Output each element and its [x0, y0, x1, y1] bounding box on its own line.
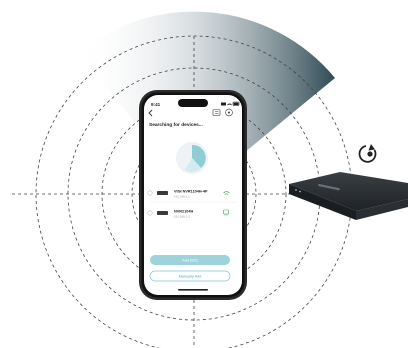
- manually-add-label: Manually Add: [179, 275, 202, 279]
- device-ip: 192.168.1.2: [174, 215, 190, 219]
- nvr-led: [299, 190, 301, 193]
- home-indicator: [178, 289, 208, 291]
- device-name: NVR2104H: [174, 210, 193, 214]
- nvr-led: [295, 189, 297, 191]
- device-name: VIGI NVR1104H-4P: [174, 190, 208, 194]
- nvr-thumb-icon: [157, 211, 168, 215]
- nvr-device: [289, 172, 408, 220]
- phone: 9:41 Searching for devices... VIGI NVR11: [139, 90, 247, 300]
- status-time: 9:41: [151, 102, 161, 107]
- dynamic-island: [178, 99, 208, 107]
- add-button-label: Add (0/2): [182, 259, 198, 263]
- nvr-thumb-icon: [157, 191, 168, 195]
- scene: 9:41 Searching for devices... VIGI NVR11: [12, 11, 408, 348]
- page-title: Searching for devices...: [149, 122, 203, 128]
- device-ip: 192.168.1.1: [174, 195, 190, 199]
- battery-level: [233, 102, 239, 105]
- refresh-icon[interactable]: [358, 144, 377, 163]
- signal-icon: [221, 102, 226, 106]
